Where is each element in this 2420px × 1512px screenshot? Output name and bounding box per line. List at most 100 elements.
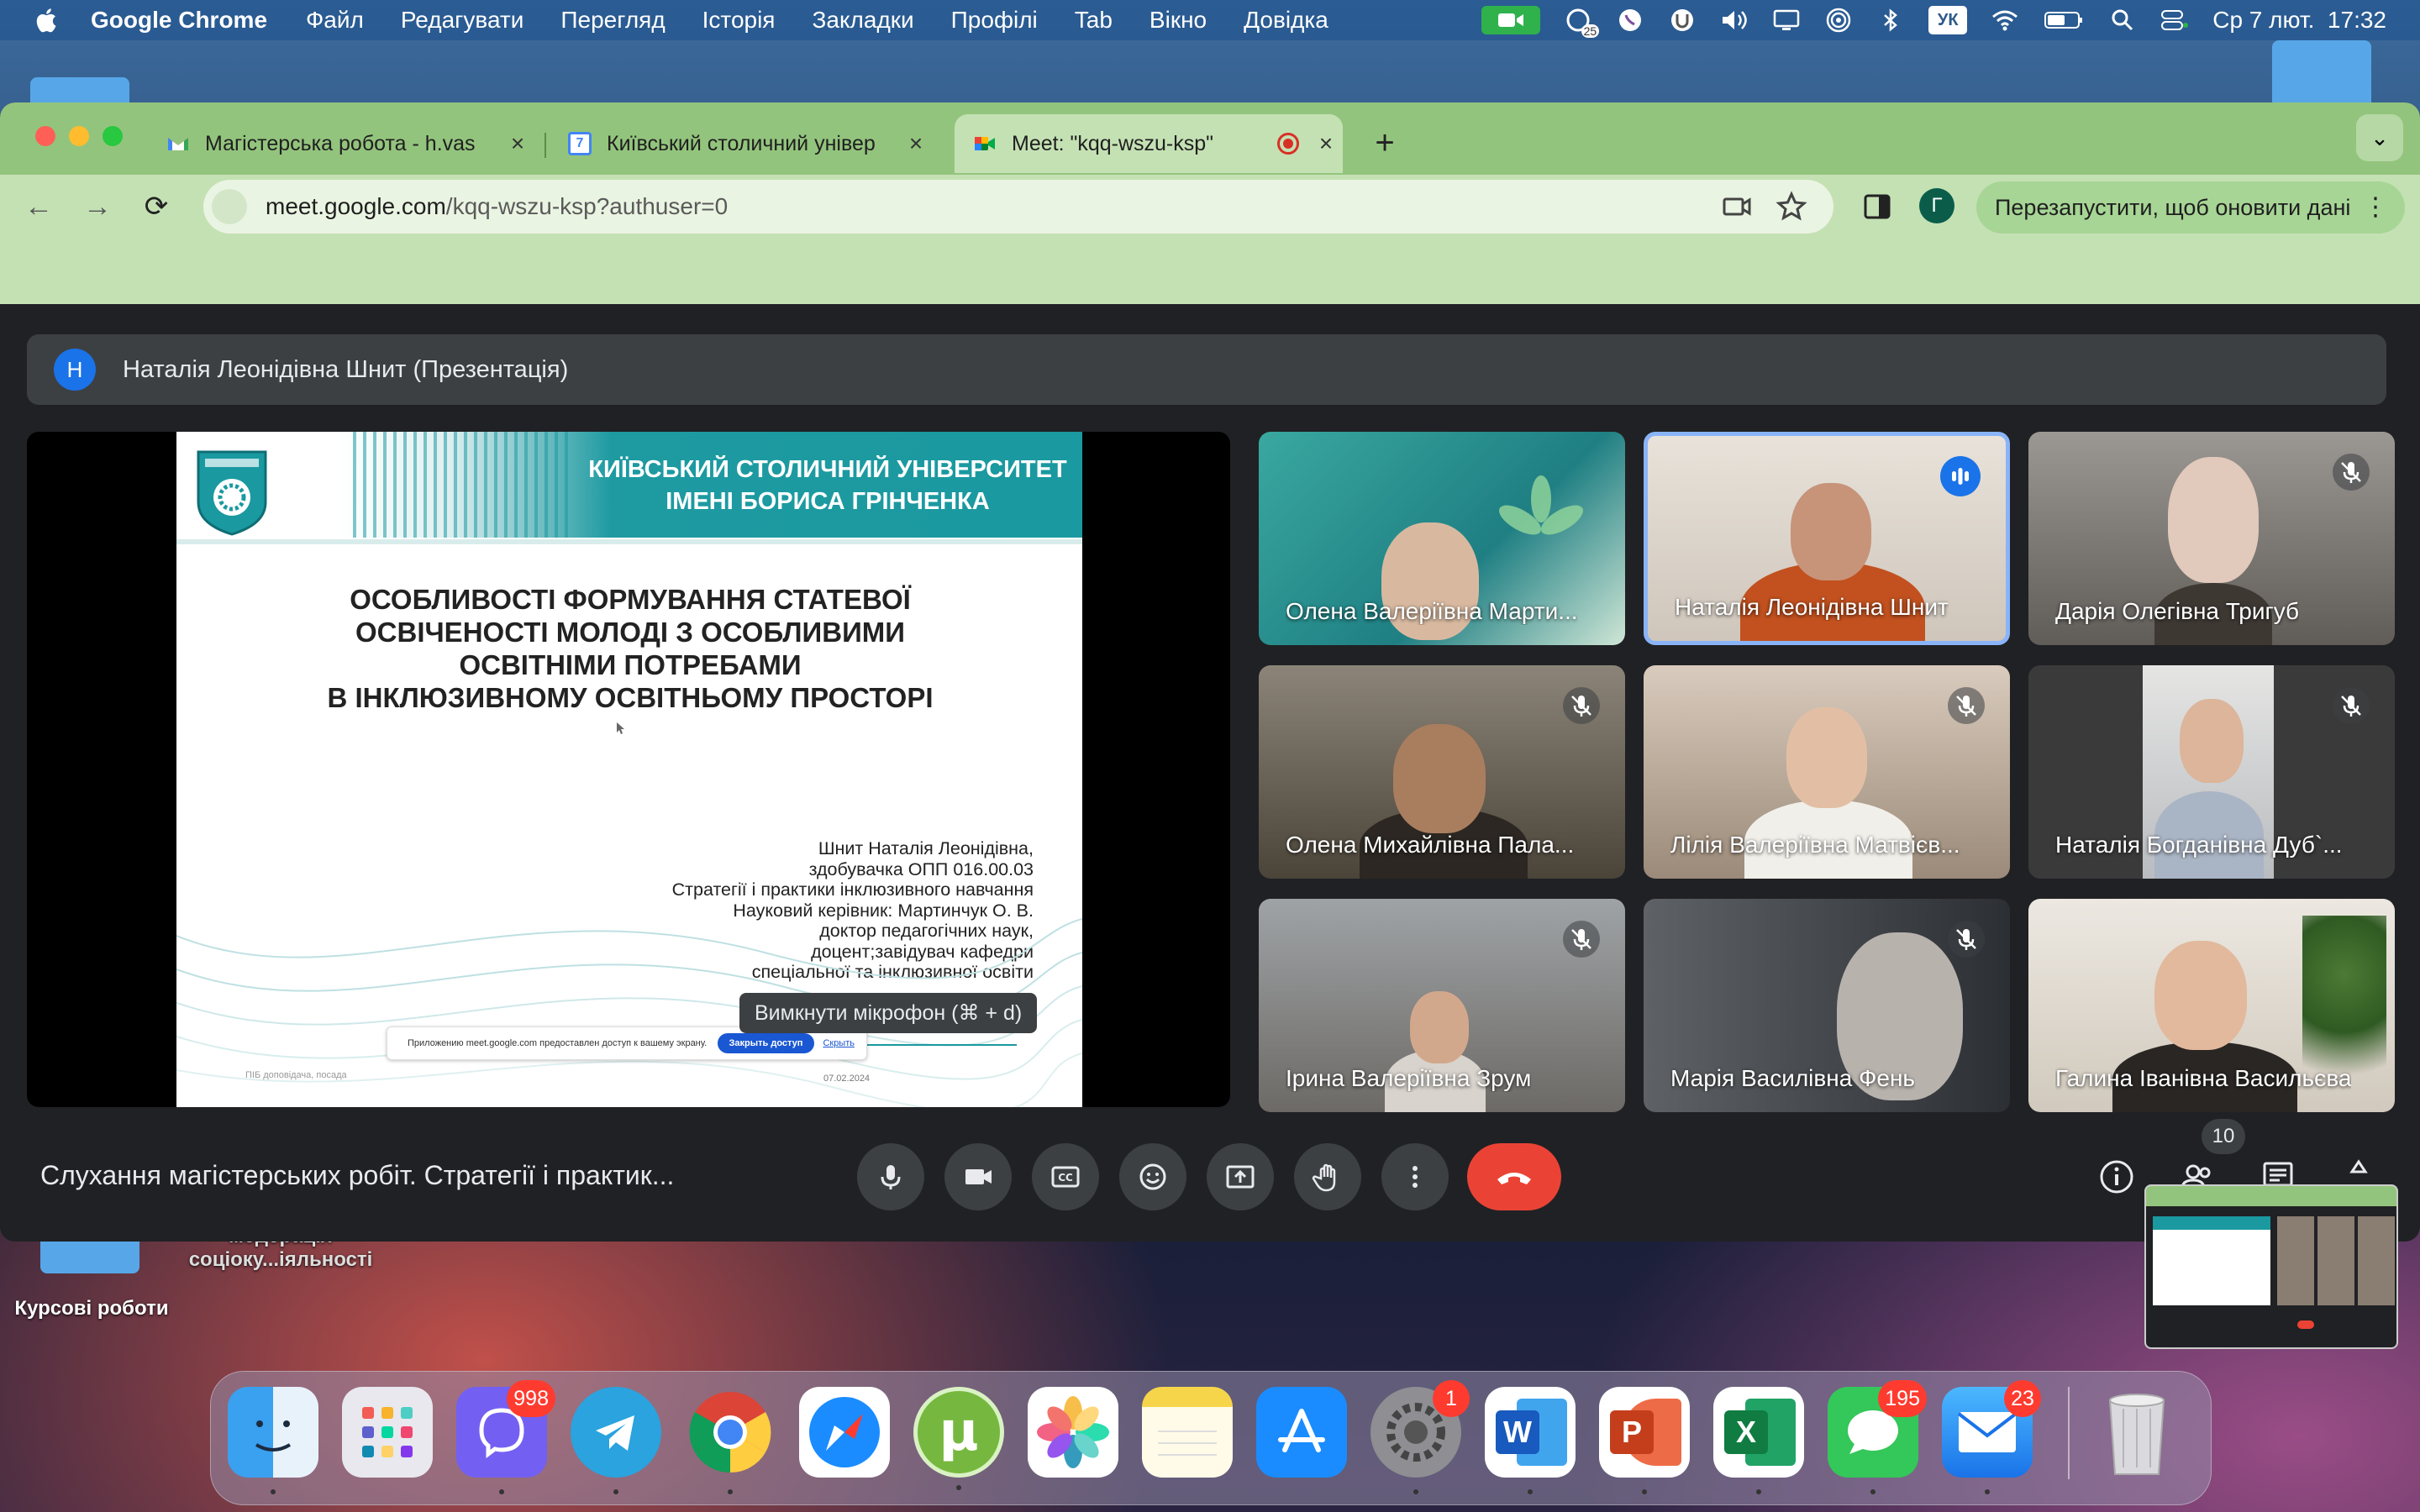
minimize-window-button[interactable] — [69, 126, 89, 146]
recording-indicator-icon — [1277, 133, 1299, 155]
slide-divider — [176, 539, 1082, 544]
menu-window[interactable]: Вікно — [1150, 7, 1207, 34]
more-options-button[interactable] — [1381, 1143, 1449, 1210]
participant-tile[interactable]: Олена Михайлівна Пала... — [1259, 665, 1625, 879]
menubar-clock[interactable]: Ср 7 лют. 17:32 — [2212, 7, 2386, 34]
sync-status-icon[interactable]: 25 — [1564, 6, 1600, 38]
stop-sharing-button[interactable]: Закрыть доступ — [717, 1033, 815, 1053]
menu-bookmarks[interactable]: Закладки — [812, 7, 913, 34]
meeting-info-button[interactable] — [2096, 1156, 2138, 1198]
present-screen-button[interactable] — [1207, 1143, 1274, 1210]
airdrop-icon[interactable] — [1824, 6, 1853, 34]
desktop-folder-icon[interactable] — [2272, 40, 2371, 109]
participant-tile[interactable]: Лілія Валеріївна Матвієв... — [1644, 665, 2010, 879]
settings-badge: 1 — [1433, 1380, 1470, 1417]
participant-name: Галина Іванівна Васильєва — [2055, 1065, 2352, 1091]
menubar-app-name[interactable]: Google Chrome — [91, 7, 267, 34]
reactions-button[interactable] — [1119, 1143, 1186, 1210]
utorrent-status-icon[interactable] — [1668, 6, 1697, 34]
mic-button[interactable] — [857, 1143, 924, 1210]
participant-name: Наталія Богданівна Дуб`... — [2055, 832, 2343, 858]
apple-icon[interactable] — [34, 6, 57, 34]
participant-tile[interactable]: Галина Іванівна Васильєва — [2028, 899, 2395, 1112]
spotlight-search-icon[interactable] — [2108, 6, 2137, 34]
zoom-window-button[interactable] — [103, 126, 123, 146]
screen-share-stage[interactable]: КИЇВСЬКИЙ СТОЛИЧНИЙ УНІВЕРСИТЕТ ІМЕНІ БО… — [27, 432, 1230, 1107]
dock-powerpoint-icon[interactable]: P — [1599, 1387, 1690, 1494]
tab-strip: Магістерська робота - h.vas × 7 Київськи… — [0, 102, 2420, 175]
share-notice-text: Приложению meet.google.com предоставлен … — [408, 1038, 708, 1048]
leave-call-button[interactable] — [1467, 1143, 1561, 1210]
facetime-status-icon[interactable] — [1481, 6, 1541, 34]
menu-view[interactable]: Перегляд — [560, 7, 665, 34]
forward-arrow-icon[interactable]: → — [77, 186, 118, 227]
chrome-window: Магістерська робота - h.vas × 7 Київськи… — [0, 102, 2420, 1242]
back-arrow-icon[interactable]: ← — [18, 186, 59, 227]
captions-button[interactable]: CC — [1032, 1143, 1099, 1210]
participant-tile[interactable]: Олена Валеріївна Марти... — [1259, 432, 1625, 645]
menu-help[interactable]: Довідка — [1244, 7, 1328, 34]
dock-app-store-icon[interactable] — [1256, 1387, 1347, 1478]
tab-meet[interactable]: Meet: "kqq-wszu-ksp" × — [955, 114, 1343, 173]
dock-photos-icon[interactable] — [1028, 1387, 1118, 1478]
keyboard-layout-indicator[interactable]: УК — [1928, 6, 1968, 34]
site-info-icon[interactable] — [212, 189, 247, 224]
tab-close-icon[interactable]: × — [1309, 130, 1343, 157]
relaunch-update-button[interactable]: Перезапустити, щоб оновити дані ⋮ — [1976, 181, 2405, 234]
dock-safari-icon[interactable] — [799, 1387, 890, 1478]
volume-icon[interactable] — [1720, 6, 1749, 34]
tab-close-icon[interactable]: × — [899, 130, 933, 157]
participant-tile[interactable]: Наталія Богданівна Дуб`... — [2028, 665, 2395, 879]
raise-hand-button[interactable] — [1294, 1143, 1361, 1210]
close-window-button[interactable] — [35, 126, 55, 146]
dock-utorrent-icon[interactable]: µ — [913, 1387, 1004, 1490]
dock-launchpad-icon[interactable] — [342, 1387, 433, 1478]
control-center-icon[interactable] — [2160, 6, 2189, 34]
mail-badge: 23 — [2004, 1380, 2041, 1417]
camera-in-use-icon[interactable] — [1721, 190, 1754, 223]
dock-messages-icon[interactable]: 195 — [1828, 1380, 1927, 1494]
bookmark-star-icon[interactable] — [1775, 190, 1808, 223]
tab-gmail[interactable]: Магістерська робота - h.vas × — [148, 114, 534, 173]
participant-tile[interactable]: Дарія Олегівна Тригуб — [2028, 432, 2395, 645]
new-tab-button[interactable]: + — [1361, 119, 1408, 166]
hide-notice-link[interactable]: Скрыть — [823, 1038, 855, 1048]
dock-viber-icon[interactable]: 998 — [456, 1380, 555, 1494]
dock-chrome-icon[interactable] — [685, 1387, 776, 1494]
battery-icon[interactable] — [2043, 6, 2085, 34]
profile-avatar[interactable]: Г — [1919, 188, 1954, 223]
viber-status-icon[interactable] — [1616, 6, 1644, 34]
participant-tile-speaking[interactable]: Наталія Леонідівна Шнит — [1644, 432, 2010, 645]
camera-button[interactable] — [944, 1143, 1012, 1210]
menu-tab[interactable]: Tab — [1075, 7, 1113, 34]
bluetooth-icon[interactable] — [1876, 6, 1905, 34]
dock-excel-icon[interactable]: X — [1713, 1387, 1804, 1494]
menu-edit[interactable]: Редагувати — [401, 7, 524, 34]
picture-in-picture-preview[interactable] — [2144, 1184, 2398, 1349]
tab-calendar[interactable]: 7 Київський столичний універ × — [550, 114, 933, 173]
dock-notes-icon[interactable] — [1142, 1387, 1233, 1478]
address-bar[interactable]: meet.google.com/kqq-wszu-ksp?authuser=0 — [203, 180, 1833, 234]
more-menu-icon[interactable]: ⋮ — [2363, 181, 2388, 234]
side-panel-icon[interactable] — [1857, 186, 1897, 227]
participant-tile[interactable]: Марія Василівна Фень — [1644, 899, 2010, 1112]
tab-close-icon[interactable]: × — [501, 130, 534, 157]
dock-finder-icon[interactable] — [228, 1387, 318, 1494]
display-icon[interactable] — [1772, 6, 1801, 34]
dock-word-icon[interactable]: W — [1485, 1387, 1576, 1494]
participant-tile[interactable]: Ірина Валеріївна Зрум — [1259, 899, 1625, 1112]
desktop-folder-label-coursework[interactable]: Курсові роботи — [3, 1297, 180, 1320]
wifi-icon[interactable] — [1991, 6, 2019, 34]
university-crest-icon — [197, 450, 267, 536]
tab-search-chevron-down-icon[interactable]: ⌄ — [2356, 114, 2403, 161]
reload-icon[interactable]: ⟳ — [136, 186, 176, 227]
dock-mail-icon[interactable]: 23 — [1942, 1380, 2041, 1494]
dock-system-settings-icon[interactable]: 1 — [1370, 1380, 1470, 1494]
dock-telegram-icon[interactable] — [571, 1387, 661, 1494]
participant-name: Олена Михайлівна Пала... — [1286, 832, 1575, 858]
mic-off-icon — [2333, 687, 2370, 724]
menu-file[interactable]: Файл — [306, 7, 364, 34]
dock-trash-icon[interactable] — [2091, 1387, 2182, 1478]
menu-history[interactable]: Історія — [702, 7, 776, 34]
menu-profiles[interactable]: Профілі — [951, 7, 1038, 34]
